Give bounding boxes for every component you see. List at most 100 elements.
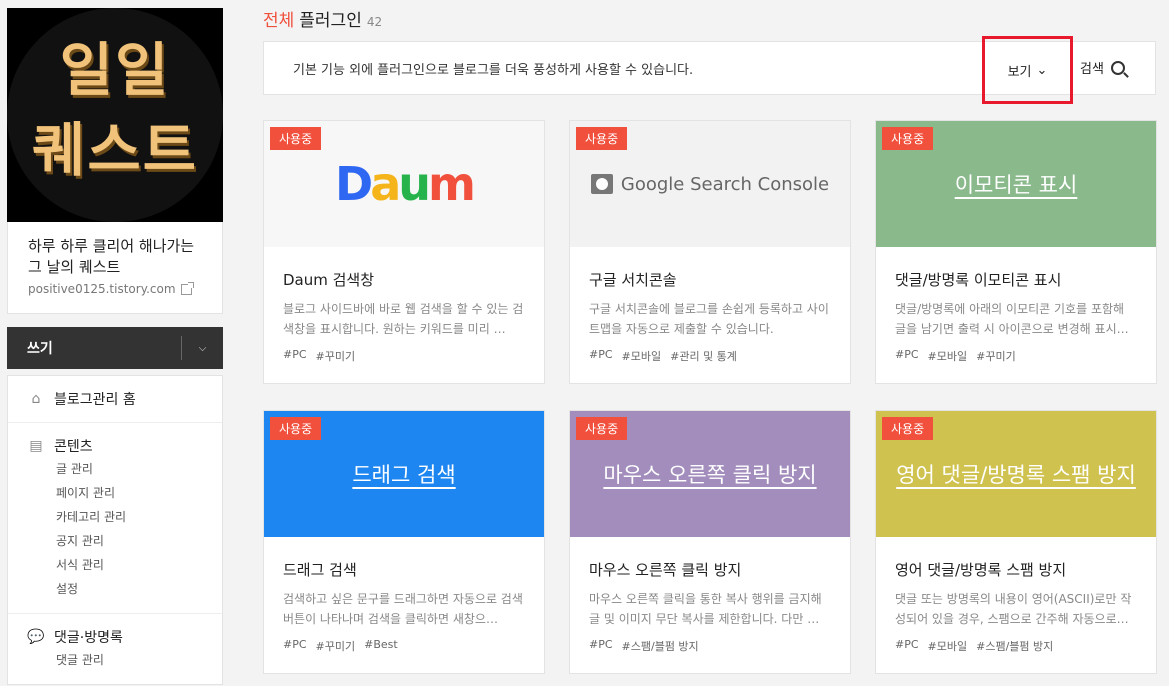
plugin-title: 마우스 오른쪽 클릭 방지 — [589, 561, 742, 579]
plugin-tags: #PC #꾸미기 #Best — [283, 638, 526, 654]
plugin-description: 댓글/방명록에 아래의 이모티콘 기호를 포함해 글을 남기면 출력 시 아이콘… — [895, 302, 1129, 336]
plugin-card[interactable]: 사용중 드래그 검색 드래그 검색 검색하고 싶은 문구를 드래그하면 자동으로… — [263, 410, 545, 674]
tag: #Best — [364, 638, 398, 651]
view-filter-button[interactable]: 보기 ⌄ — [982, 36, 1073, 104]
plugin-title: 드래그 검색 — [283, 561, 357, 579]
document-icon: ▤ — [29, 438, 43, 454]
submenu-comment-manage[interactable]: 댓글 관리 — [56, 648, 222, 672]
blog-url-link[interactable]: positive0125.tistory.com — [28, 281, 210, 296]
plugin-card-image: 사용중 영어 댓글/방명록 스팸 방지 — [876, 411, 1156, 537]
menu-item-contents[interactable]: ▤ 콘텐츠 — [28, 435, 222, 457]
plugin-card-body: 댓글/방명록 이모티콘 표시 댓글/방명록에 아래의 이모티콘 기호를 포함해 … — [876, 247, 1156, 364]
admin-menu: ⌂ 블로그관리 홈 ▤ 콘텐츠 글 관리 페이지 관리 카테고리 관리 공지 관… — [7, 375, 223, 685]
menu-item-comments[interactable]: 💬 댓글·방명록 — [27, 626, 222, 648]
blog-logo-text: 일일 퀘스트 — [7, 30, 223, 190]
in-use-badge: 사용중 — [882, 417, 934, 440]
toolbox-icon — [590, 174, 613, 194]
blog-info: 하루 하루 클리어 해나가는 그 날의 퀘스트 positive0125.tis… — [7, 222, 223, 314]
plugin-tags: #PC #모바일 #꾸미기 — [895, 348, 1138, 364]
plugin-card[interactable]: 사용중 Google Search Console 구글 서치콘솔 구글 서치콘… — [569, 120, 851, 384]
plugin-tags: #PC #모바일 #스팸/블펌 방지 — [895, 638, 1138, 654]
submenu-posts[interactable]: 글 관리 — [56, 457, 222, 481]
search-button[interactable]: 검색 — [1080, 58, 1125, 77]
tag: #PC — [589, 348, 613, 361]
plugin-card-image: 사용중 마우스 오른쪽 클릭 방지 — [570, 411, 850, 537]
search-label: 검색 — [1080, 62, 1104, 77]
plugin-tags: #PC #스팸/블펌 방지 — [589, 638, 832, 654]
plugin-card-image: 사용중 드래그 검색 — [264, 411, 544, 537]
tag: #관리 및 통계 — [670, 350, 737, 363]
plugin-card-image: 사용중 Google Search Console — [570, 121, 850, 247]
submenu-templates[interactable]: 서식 관리 — [56, 553, 222, 577]
plugin-image-title: 영어 댓글/방명록 스팸 방지 — [896, 463, 1136, 487]
search-icon — [1110, 60, 1125, 75]
submenu-notices[interactable]: 공지 관리 — [56, 529, 222, 553]
page-title: 전체 플러그인 42 — [263, 0, 1156, 36]
plugin-card-image: 사용중 이모티콘 표시 — [876, 121, 1156, 247]
plugin-tags: #PC #모바일 #관리 및 통계 — [589, 348, 832, 364]
plugin-title: 영어 댓글/방명록 스팸 방지 — [895, 561, 1067, 579]
home-icon: ⌂ — [31, 391, 41, 407]
plugin-card-image: 사용중 Daum — [264, 121, 544, 247]
tag: #꾸미기 — [315, 350, 356, 363]
chevron-down-icon: ⌄ — [1036, 62, 1048, 78]
write-dropdown-toggle[interactable]: ⌵ — [181, 336, 223, 360]
plugin-card[interactable]: 사용중 영어 댓글/방명록 스팸 방지 영어 댓글/방명록 스팸 방지 댓글 또… — [875, 410, 1157, 674]
submenu-categories[interactable]: 카테고리 관리 — [56, 505, 222, 529]
tag: #모바일 — [927, 350, 968, 363]
comments-submenu: 댓글 관리 — [28, 648, 222, 672]
plugin-card[interactable]: 사용중 Daum Daum 검색창 블로그 사이드바에 바로 웹 검색을 할 수… — [263, 120, 545, 384]
plugin-image-title: 마우스 오른쪽 클릭 방지 — [603, 463, 817, 487]
logo-text: Google Search Console — [620, 173, 830, 195]
daum-logo: Daum — [335, 157, 476, 211]
tag: #PC — [283, 348, 307, 361]
plugin-description: 블로그 사이드바에 바로 웹 검색을 할 수 있는 검색창을 표시합니다. 원하… — [283, 302, 524, 336]
plugin-card-body: 마우스 오른쪽 클릭 방지 마우스 오른쪽 클릭을 통한 복사 행위를 금지해 … — [570, 537, 850, 654]
main-content: 전체 플러그인 42 기본 기능 외에 플러그인으로 블로그를 더욱 풍성하게 … — [263, 0, 1157, 674]
write-button[interactable]: 쓰기 — [7, 338, 53, 358]
plugin-description: 검색하고 싶은 문구를 드래그하면 자동으로 검색 버튼이 나타나며 검색을 클… — [283, 592, 523, 626]
in-use-badge: 사용중 — [882, 127, 934, 150]
logo-line-1: 일일 — [59, 36, 171, 104]
menu-item-blog-home[interactable]: ⌂ 블로그관리 홈 — [28, 388, 222, 410]
plugin-card-body: 구글 서치콘솔 구글 서치콘솔에 블로그를 손쉽게 등록하고 사이트맵을 자동으… — [570, 247, 850, 364]
logo-line-2: 퀘스트 — [31, 116, 199, 184]
plugin-tags: #PC #꾸미기 — [283, 348, 526, 364]
view-label: 보기 — [1007, 64, 1032, 80]
in-use-badge: 사용중 — [270, 127, 322, 150]
submenu-settings[interactable]: 설정 — [56, 577, 222, 601]
plugin-title: 댓글/방명록 이모티콘 표시 — [895, 271, 1062, 289]
plugin-card-body: 영어 댓글/방명록 스팸 방지 댓글 또는 방명록의 내용이 영어(ASCII)… — [876, 537, 1156, 654]
plugin-title: 구글 서치콘솔 — [589, 271, 677, 289]
menu-item-label: 블로그관리 홈 — [54, 392, 136, 408]
in-use-badge: 사용중 — [270, 417, 322, 440]
in-use-badge: 사용중 — [576, 417, 628, 440]
google-search-console-logo: Google Search Console — [590, 173, 830, 195]
tag: #PC — [283, 638, 307, 651]
comment-icon: 💬 — [27, 629, 45, 645]
plugin-card[interactable]: 사용중 마우스 오른쪽 클릭 방지 마우스 오른쪽 클릭 방지 마우스 오른쪽 … — [569, 410, 851, 674]
title-text: 플러그인 — [299, 11, 362, 31]
description-bar: 기본 기능 외에 플러그인으로 블로그를 더욱 풍성하게 사용할 수 있습니다.… — [263, 36, 1156, 104]
plugin-description: 마우스 오른쪽 클릭을 통한 복사 행위를 금지해 글 및 이미지 무단 복사를… — [589, 592, 822, 626]
tag: #PC — [895, 348, 919, 361]
blog-logo-image[interactable]: 일일 퀘스트 — [7, 8, 223, 222]
contents-submenu: 글 관리 페이지 관리 카테고리 관리 공지 관리 서식 관리 설정 — [28, 457, 222, 601]
tag: #꾸미기 — [976, 350, 1016, 363]
description-text: 기본 기능 외에 플러그인으로 블로그를 더욱 풍성하게 사용할 수 있습니다. — [293, 62, 694, 78]
blog-url-text: positive0125.tistory.com — [28, 282, 176, 296]
submenu-pages[interactable]: 페이지 관리 — [56, 481, 222, 505]
plugin-description: 구글 서치콘솔에 블로그를 손쉽게 등록하고 사이트맵을 자동으로 제출할 수 … — [589, 302, 829, 336]
external-link-icon — [180, 281, 194, 295]
tag: #모바일 — [621, 350, 662, 363]
blog-name[interactable]: 하루 하루 클리어 해나가는 그 날의 퀘스트 — [28, 236, 210, 278]
write-bar: 쓰기 ⌵ — [7, 327, 223, 369]
plugin-image-title: 이모티콘 표시 — [954, 173, 1078, 197]
plugin-card[interactable]: 사용중 이모티콘 표시 댓글/방명록 이모티콘 표시 댓글/방명록에 아래의 이… — [875, 120, 1157, 384]
tag: #꾸미기 — [315, 640, 356, 653]
tag: #스팸/블펌 방지 — [621, 640, 699, 653]
menu-section-contents: ▤ 콘텐츠 글 관리 페이지 관리 카테고리 관리 공지 관리 서식 관리 설정 — [8, 423, 222, 614]
menu-item-label: 댓글·방명록 — [54, 630, 123, 646]
tag: #PC — [589, 638, 613, 651]
in-use-badge: 사용중 — [576, 127, 628, 150]
